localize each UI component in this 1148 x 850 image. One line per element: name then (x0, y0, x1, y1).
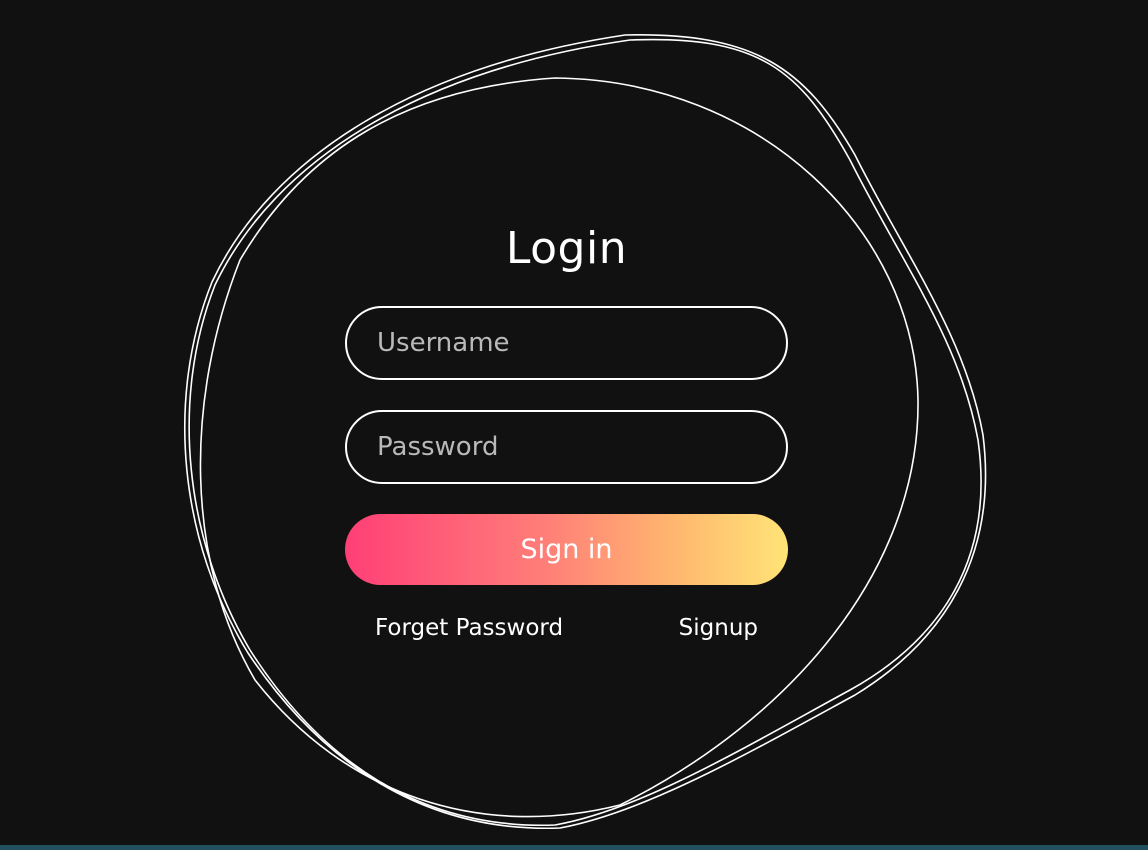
login-title: Login (505, 223, 628, 274)
forget-password-link[interactable]: Forget Password (375, 615, 563, 641)
password-input[interactable] (345, 410, 788, 484)
login-form: Login Sign in Forget Password Signup (345, 215, 788, 641)
username-input[interactable] (345, 306, 788, 380)
bottom-edge-bar (0, 845, 1148, 850)
sign-in-button[interactable]: Sign in (345, 514, 788, 585)
signup-link[interactable]: Signup (679, 615, 758, 641)
auth-links: Forget Password Signup (375, 615, 758, 641)
